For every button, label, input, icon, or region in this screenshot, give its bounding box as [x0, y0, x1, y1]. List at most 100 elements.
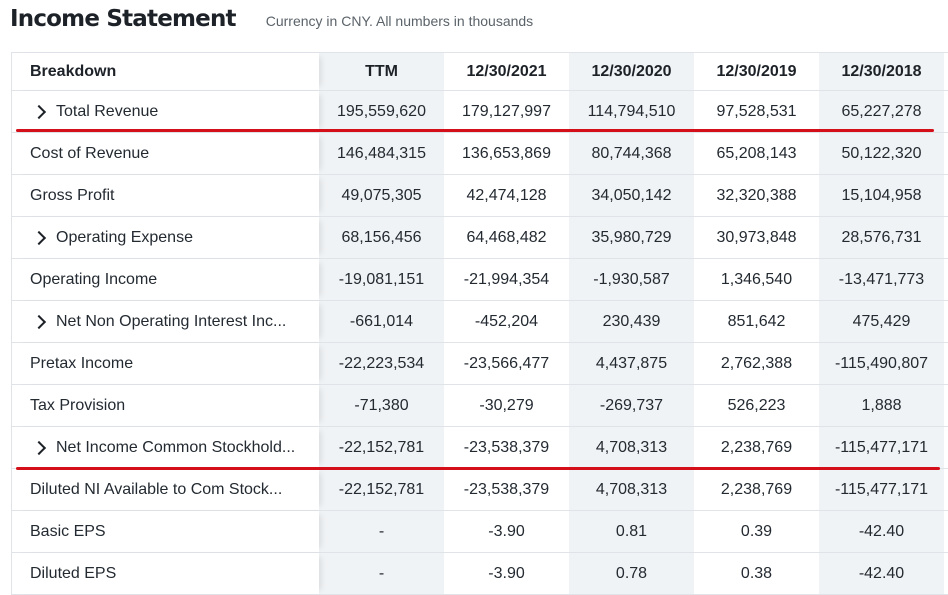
- value-cell-2018: -42.40: [819, 511, 944, 552]
- value-cell-ttm: 146,484,315: [319, 133, 444, 174]
- row-label-total-revenue[interactable]: Total Revenue: [12, 91, 319, 132]
- value-cell-2019: 65,208,143: [716, 144, 797, 162]
- table-row: Gross Profit 49,075,305 42,474,128 34,050,1…: [12, 175, 948, 217]
- value-cell-2021: 179,127,997: [462, 102, 551, 120]
- value-cell-2021: 136,653,869: [462, 144, 551, 162]
- currency-note: Currency in CNY. All numbers in thousand…: [265, 13, 534, 29]
- value-cell-2019: 30,973,848: [716, 228, 797, 246]
- value-cell-ttm: -22,223,534: [319, 343, 444, 384]
- column-header-2021: 12/30/2021: [466, 62, 547, 80]
- row-label-cost-of-revenue: Cost of Revenue: [12, 133, 319, 174]
- row-label-text: Diluted NI Available to Com Stock...: [30, 480, 283, 498]
- value-cell-2018: 475,429: [819, 301, 944, 342]
- row-label-basic-eps: Basic EPS: [12, 511, 319, 552]
- row-label-gross-profit: Gross Profit: [12, 175, 319, 216]
- row-label-pretax-income: Pretax Income: [12, 343, 319, 384]
- red-underline-annotation: [16, 129, 934, 132]
- value-cell-ttm: -22,152,781: [319, 469, 444, 510]
- table-row: Diluted NI Available to Com Stock... -22,…: [12, 469, 948, 511]
- red-underline-annotation: [16, 467, 940, 470]
- value-cell-2019: 32,320,388: [716, 186, 797, 204]
- value-cell-2019: 526,223: [727, 396, 786, 414]
- table-row: Cost of Revenue 146,484,315 136,653,869 80,…: [12, 133, 948, 175]
- value-cell-2020: -269,737: [569, 385, 694, 426]
- value-cell-2019: 0.39: [740, 522, 773, 540]
- row-label-net-income-common-stockhold[interactable]: Net Income Common Stockhold...: [12, 427, 319, 468]
- value-cell-2018: -13,471,773: [819, 259, 944, 300]
- value-cell-2019: 851,642: [727, 312, 786, 330]
- value-cell-2021: 64,468,482: [466, 228, 547, 246]
- value-cell-2018: -115,477,171: [819, 427, 944, 468]
- row-label-text: Total Revenue: [56, 102, 159, 120]
- table-row: Pretax Income -22,223,534 -23,566,477 4,437…: [12, 343, 948, 385]
- income-statement-table: Breakdown TTM 12/30/2021 12/30/2020 12/3…: [11, 52, 948, 595]
- value-cell-ttm: 68,156,456: [319, 217, 444, 258]
- row-label-text: Operating Income: [30, 270, 158, 288]
- row-label-text: Operating Expense: [56, 228, 193, 246]
- chevron-right-icon[interactable]: [31, 230, 47, 245]
- row-label-text: Cost of Revenue: [30, 144, 150, 162]
- value-cell-2018: 28,576,731: [819, 217, 944, 258]
- row-label-diluted-eps: Diluted EPS: [12, 553, 319, 594]
- row-label-text: Diluted EPS: [30, 564, 117, 582]
- table-body: Total Revenue 195,559,620 179,127,997 114,7…: [12, 91, 948, 595]
- value-cell-2018: -115,477,171: [819, 469, 944, 510]
- value-cell-2020: 34,050,142: [569, 175, 694, 216]
- column-header-2018: 12/30/2018: [819, 53, 944, 90]
- table-header-row: Breakdown TTM 12/30/2021 12/30/2020 12/3…: [12, 53, 948, 91]
- value-cell-ttm: -71,380: [319, 385, 444, 426]
- column-header-2020: 12/30/2020: [569, 53, 694, 90]
- value-cell-2018: 50,122,320: [819, 133, 944, 174]
- value-cell-2018: 1,888: [819, 385, 944, 426]
- value-cell-2020: 0.78: [569, 553, 694, 594]
- value-cell-ttm: -661,014: [319, 301, 444, 342]
- value-cell-ttm: -: [319, 511, 444, 552]
- row-label-operating-expense[interactable]: Operating Expense: [12, 217, 319, 258]
- value-cell-2019: 2,762,388: [720, 354, 793, 372]
- value-cell-2021: -30,279: [479, 396, 534, 414]
- row-label-operating-income: Operating Income: [12, 259, 319, 300]
- value-cell-2021: -23,566,477: [463, 354, 550, 372]
- value-cell-ttm: -: [319, 553, 444, 594]
- table-row: Basic EPS - -3.90 0.81 0.39 -42.40: [12, 511, 948, 553]
- value-cell-ttm: -19,081,151: [319, 259, 444, 300]
- value-cell-2018: 15,104,958: [819, 175, 944, 216]
- value-cell-2020: 0.81: [569, 511, 694, 552]
- page-title: Income Statement: [10, 6, 237, 32]
- column-header-breakdown: Breakdown: [12, 53, 319, 90]
- table-row: Tax Provision -71,380 -30,279 -269,737 526,2…: [12, 385, 948, 427]
- table-row: Operating Expense 68,156,456 64,468,482 35,…: [12, 217, 948, 259]
- value-cell-2019: 2,238,769: [720, 480, 793, 498]
- value-cell-2020: 114,794,510: [569, 91, 694, 132]
- row-label-text: Tax Provision: [30, 396, 126, 414]
- value-cell-2021: -23,538,379: [463, 480, 550, 498]
- value-cell-2021: -452,204: [474, 312, 539, 330]
- value-cell-2019: 1,346,540: [720, 270, 793, 288]
- value-cell-2019: 2,238,769: [720, 438, 793, 456]
- row-label-text: Gross Profit: [30, 186, 115, 204]
- chevron-right-icon[interactable]: [31, 314, 47, 329]
- table-row: Diluted EPS - -3.90 0.78 0.38 -42.40: [12, 553, 948, 595]
- table-row: Operating Income -19,081,151 -21,994,354 -1…: [12, 259, 948, 301]
- row-label-text: Basic EPS: [30, 522, 106, 540]
- value-cell-2021: -3.90: [488, 564, 525, 582]
- value-cell-ttm: -22,152,781: [319, 427, 444, 468]
- row-label-text: Net Non Operating Interest Inc...: [56, 312, 287, 330]
- table-row: Net Income Common Stockhold... -22,152,78…: [12, 427, 948, 469]
- chevron-right-icon[interactable]: [31, 104, 47, 119]
- value-cell-2020: 4,437,875: [569, 343, 694, 384]
- column-header-2019: 12/30/2019: [716, 62, 797, 80]
- row-label-text: Pretax Income: [30, 354, 134, 372]
- value-cell-2021: -21,994,354: [463, 270, 550, 288]
- value-cell-2019: 97,528,531: [716, 102, 797, 120]
- value-cell-ttm: 195,559,620: [319, 91, 444, 132]
- table-row: Net Non Operating Interest Inc... -661,01…: [12, 301, 948, 343]
- value-cell-2018: 65,227,278: [819, 91, 944, 132]
- value-cell-2020: 80,744,368: [569, 133, 694, 174]
- value-cell-2019: 0.38: [740, 564, 773, 582]
- value-cell-2020: 4,708,313: [569, 469, 694, 510]
- value-cell-2020: 230,439: [569, 301, 694, 342]
- row-label-net-non-operating-interest-inc[interactable]: Net Non Operating Interest Inc...: [12, 301, 319, 342]
- chevron-right-icon[interactable]: [31, 440, 47, 455]
- value-cell-2020: 35,980,729: [569, 217, 694, 258]
